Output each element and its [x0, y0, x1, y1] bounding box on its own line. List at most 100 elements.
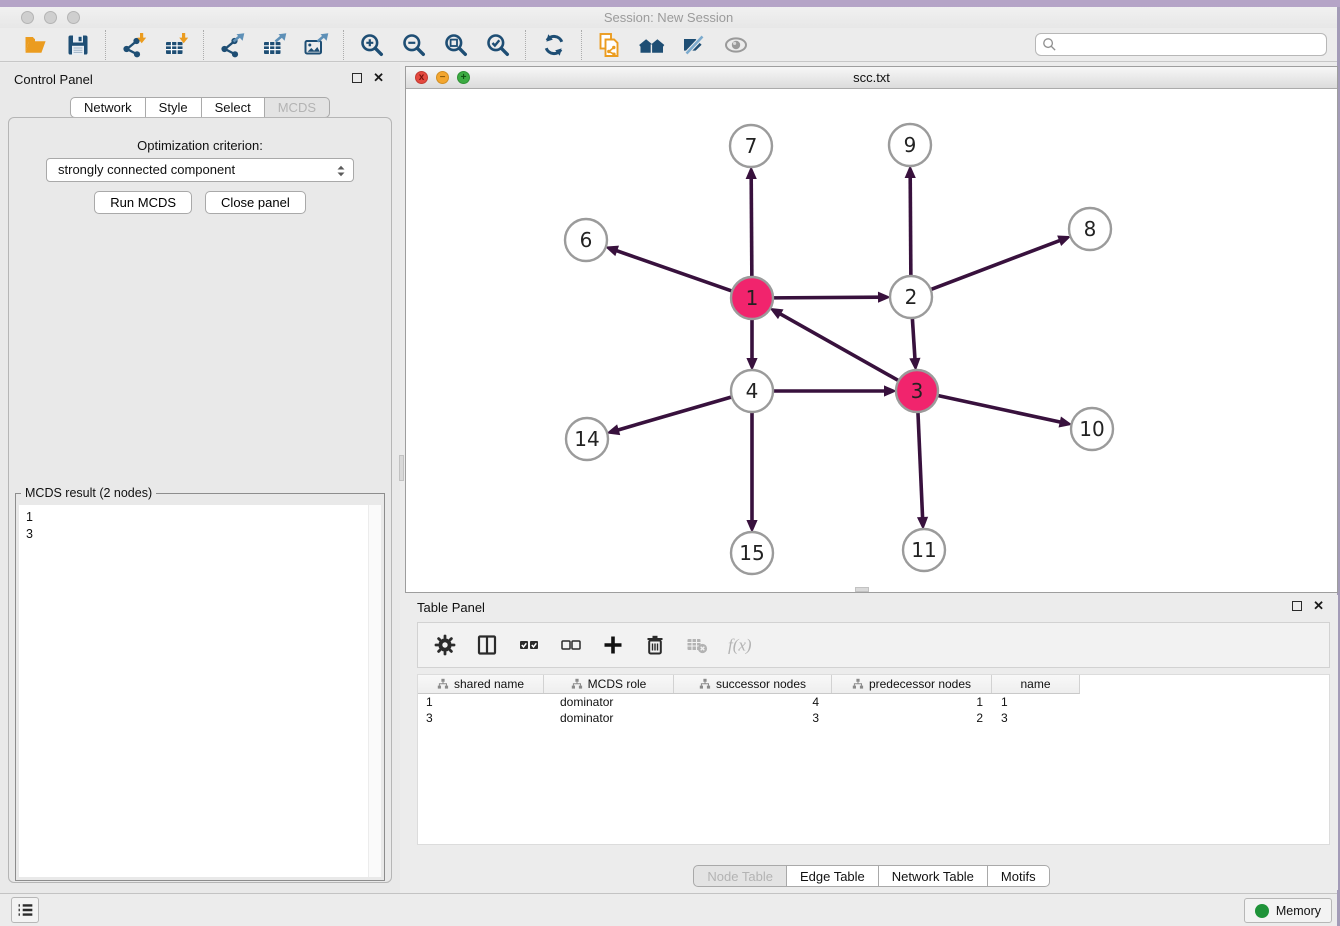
splitter-handle-vertical[interactable]: [399, 455, 404, 481]
table-panel: Table Panel ✕ f(x) shared name MCDS role…: [405, 595, 1338, 890]
edge-1-2[interactable]: [772, 297, 880, 298]
tab-mcds[interactable]: MCDS: [265, 97, 330, 118]
close-view-button[interactable]: x: [415, 71, 428, 84]
mcds-result-area[interactable]: 13: [19, 505, 381, 877]
zoom-fit-icon: [443, 32, 469, 58]
open-file-icon: [23, 32, 49, 58]
maximize-view-button[interactable]: +: [457, 71, 470, 84]
edge-2-8[interactable]: [930, 240, 1061, 290]
table-options-gear-button[interactable]: [432, 632, 458, 658]
open-file-button[interactable]: [22, 31, 49, 58]
tab-style[interactable]: Style: [146, 97, 202, 118]
application-window: Session: New Session: [0, 0, 1340, 926]
home-view-button[interactable]: [638, 31, 665, 58]
graph-node-label-10: 10: [1079, 417, 1104, 441]
control-panel: Control Panel ✕ NetworkStyleSelectMCDS O…: [0, 63, 400, 893]
tab-select[interactable]: Select: [202, 97, 265, 118]
criterion-select[interactable]: strongly connected component: [46, 158, 354, 182]
float-panel-icon[interactable]: [352, 73, 362, 83]
delete-table-button: [684, 632, 710, 658]
table-row-1[interactable]: 3dominator323: [418, 710, 1329, 726]
memory-label: Memory: [1276, 904, 1321, 918]
edge-3-10[interactable]: [937, 395, 1062, 422]
network-canvas[interactable]: 7968124314101511: [406, 89, 1337, 592]
table-cell: 1: [832, 695, 992, 709]
export-network-icon: [219, 32, 245, 58]
import-table-icon: [163, 32, 189, 58]
save-session-button[interactable]: [64, 31, 91, 58]
toolbar-group-1: [106, 31, 203, 58]
graph-node-label-3: 3: [911, 379, 924, 403]
edge-3-11[interactable]: [918, 411, 923, 519]
column-header-predecessor-nodes[interactable]: predecessor nodes: [832, 675, 992, 693]
memory-button[interactable]: Memory: [1244, 898, 1332, 923]
column-label: shared name: [454, 677, 524, 691]
delete-column-button[interactable]: [642, 632, 668, 658]
mcds-result-scrollbar[interactable]: [368, 505, 381, 877]
zoom-out-button[interactable]: [400, 31, 427, 58]
mcds-result-node: 3: [26, 526, 374, 543]
close-panel-icon[interactable]: ✕: [373, 73, 384, 83]
minimize-view-button[interactable]: −: [436, 71, 449, 84]
control-panel-title: Control Panel: [14, 72, 93, 87]
network-graph: 7968124314101511: [406, 89, 1337, 592]
function-builder-icon: f(x): [727, 633, 751, 657]
column-header-MCDS-role[interactable]: MCDS role: [544, 675, 674, 693]
edge-2-9[interactable]: [910, 176, 911, 277]
column-header-shared-name[interactable]: shared name: [418, 675, 544, 693]
close-table-panel-icon[interactable]: ✕: [1313, 601, 1324, 611]
zoom-selected-button[interactable]: [484, 31, 511, 58]
table-cell: 4: [674, 695, 832, 709]
tab-motifs[interactable]: Motifs: [988, 865, 1050, 887]
refresh-view-button[interactable]: [540, 31, 567, 58]
show-column-button[interactable]: [474, 632, 500, 658]
import-network-button[interactable]: [120, 31, 147, 58]
unselect-all-columns-icon: [559, 633, 583, 657]
task-history-button[interactable]: [11, 897, 39, 923]
toolbar-group-0: [8, 31, 105, 58]
tab-edge-table[interactable]: Edge Table: [787, 865, 879, 887]
zoom-in-button[interactable]: [358, 31, 385, 58]
mcds-result-lines: 13: [19, 505, 381, 547]
column-header-successor-nodes[interactable]: successor nodes: [674, 675, 832, 693]
tab-network[interactable]: Network: [70, 97, 146, 118]
unselect-all-columns-button[interactable]: [558, 632, 584, 658]
function-builder-button: f(x): [726, 632, 752, 658]
network-window-titlebar[interactable]: x − + scc.txt: [406, 67, 1337, 89]
column-header-name[interactable]: name: [992, 675, 1079, 693]
zoom-out-icon: [401, 32, 427, 58]
edge-4-14[interactable]: [617, 397, 733, 431]
edge-1-6[interactable]: [615, 250, 733, 291]
hide-annotations-button[interactable]: [680, 31, 707, 58]
edge-1-7[interactable]: [751, 177, 752, 278]
edge-3-1[interactable]: [779, 313, 900, 381]
export-network-button[interactable]: [218, 31, 245, 58]
graph-node-label-6: 6: [580, 228, 593, 252]
run-mcds-button[interactable]: Run MCDS: [94, 191, 192, 214]
float-table-panel-icon[interactable]: [1292, 601, 1302, 611]
import-table-button[interactable]: [162, 31, 189, 58]
criterion-select-value: strongly connected component: [58, 162, 235, 177]
window-top-edge: [0, 0, 1340, 7]
mcds-result-box: MCDS result (2 nodes) 13: [15, 493, 385, 881]
table-row-0[interactable]: 1dominator411: [418, 694, 1329, 710]
clone-network-button[interactable]: [596, 31, 623, 58]
show-hide-eye-button[interactable]: [722, 31, 749, 58]
splitter-handle-horizontal[interactable]: [855, 587, 869, 592]
mcds-tab-panel: Optimization criterion: strongly connect…: [8, 117, 392, 883]
graph-node-label-9: 9: [904, 133, 917, 157]
zoom-fit-button[interactable]: [442, 31, 469, 58]
table-cell: 3: [992, 711, 1079, 725]
toolbar-group-5: [582, 31, 763, 58]
tab-network-table[interactable]: Network Table: [879, 865, 988, 887]
search-input[interactable]: [1035, 33, 1327, 56]
add-column-button[interactable]: [600, 632, 626, 658]
select-all-columns-button[interactable]: [516, 632, 542, 658]
edge-2-3[interactable]: [912, 317, 915, 360]
mcds-result-title: MCDS result (2 nodes): [21, 486, 156, 500]
export-table-button[interactable]: [260, 31, 287, 58]
tab-node-table[interactable]: Node Table: [693, 865, 787, 887]
export-image-button[interactable]: [302, 31, 329, 58]
control-panel-tabs: NetworkStyleSelectMCDS: [70, 97, 330, 118]
close-panel-button[interactable]: Close panel: [205, 191, 306, 214]
